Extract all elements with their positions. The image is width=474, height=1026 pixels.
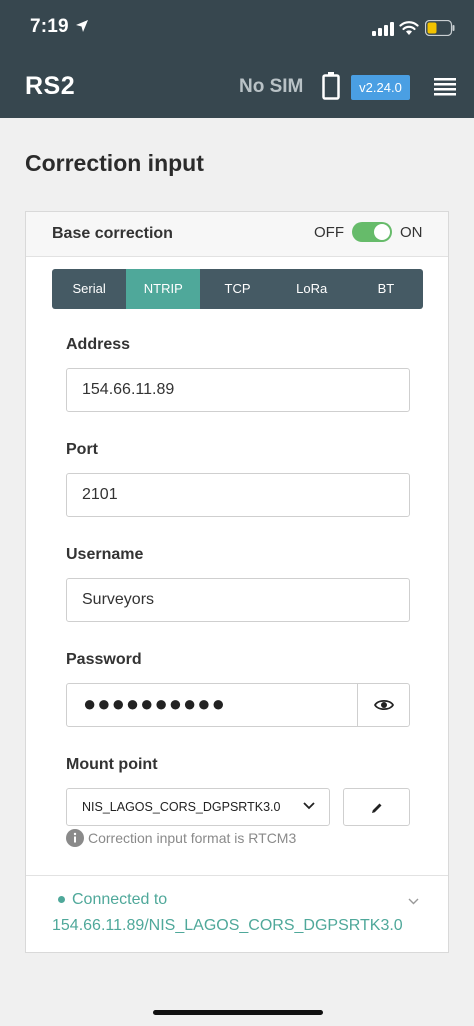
base-correction-card: Base correction OFF ON Serial NTRIP TCP … [25,211,449,953]
password-label: Password [66,651,142,668]
tab-lora[interactable]: LoRa [275,269,349,309]
edit-mount-point-button[interactable] [343,788,410,826]
app-header: 7:19 RS2 No SIM v2.24.0 [0,0,474,118]
wifi-icon [399,21,419,35]
tab-ntrip[interactable]: NTRIP [126,269,201,309]
location-arrow-icon [76,20,88,32]
toggle-knob [374,224,390,240]
connection-label[interactable]: Connected to [72,891,167,909]
page-title: Correction input [25,150,204,176]
toggle-off-label: OFF [314,224,344,241]
connection-status-dot [58,896,65,903]
status-bar: 7:19 [0,0,474,58]
version-badge[interactable]: v2.24.0 [351,75,410,100]
brand-logo: RS2 [25,72,76,100]
correction-source-tabs: Serial NTRIP TCP LoRa BT [52,269,423,309]
chevron-down-icon [303,802,315,810]
address-label: Address [66,336,131,353]
home-indicator[interactable] [153,1010,323,1015]
port-label: Port [66,441,98,458]
port-input[interactable]: 2101 [66,473,410,517]
tab-bt[interactable]: BT [349,269,423,309]
pencil-icon [372,803,382,813]
battery-icon [425,20,455,36]
mount-point-value: NIS_LAGOS_CORS_DGPSRTK3.0 [82,800,281,814]
mount-point-select[interactable]: NIS_LAGOS_CORS_DGPSRTK3.0 [66,788,330,826]
username-input[interactable]: Surveyors [66,578,410,622]
base-correction-toggle[interactable] [352,222,392,242]
tab-tcp[interactable]: TCP [200,269,274,309]
show-password-button[interactable] [357,683,410,727]
eye-icon [374,699,394,711]
signal-icon [372,22,394,36]
tab-serial[interactable]: Serial [52,269,126,309]
format-info-text: Correction input format is RTCM3 [88,830,297,846]
username-label: Username [66,546,144,563]
card-header: Base correction OFF ON [26,212,448,257]
password-input[interactable]: ●●●●●●●●●● [66,683,358,727]
chevron-down-icon[interactable] [408,898,419,905]
mount-point-label: Mount point [66,756,158,773]
address-input[interactable]: 154.66.11.89 [66,368,410,412]
toggle-on-label: ON [400,224,423,241]
sim-status: No SIM [239,76,304,97]
menu-icon[interactable] [434,77,456,97]
info-icon [66,829,84,847]
card-title: Base correction [52,225,173,242]
status-time: 7:19 [30,16,69,37]
divider [26,875,448,876]
connection-address[interactable]: 154.66.11.89/NIS_LAGOS_CORS_DGPSRTK3.0 [52,917,403,935]
device-battery-icon [322,72,340,100]
